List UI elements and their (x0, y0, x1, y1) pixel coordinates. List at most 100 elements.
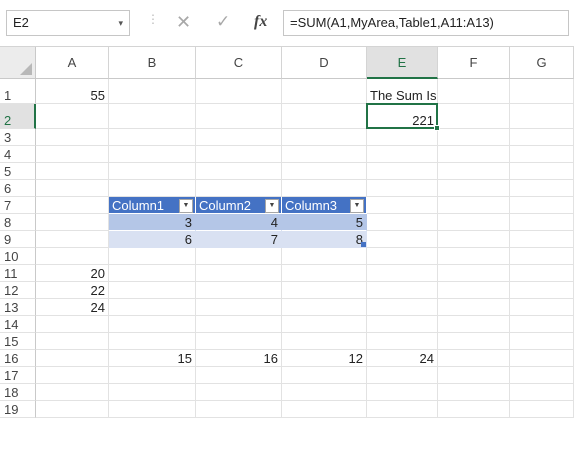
cell-b6[interactable] (109, 180, 196, 197)
cell-d9[interactable]: 8 (282, 231, 367, 248)
cell-f7[interactable] (438, 197, 510, 214)
cell-a19[interactable] (36, 401, 109, 418)
cell-a9[interactable] (36, 231, 109, 248)
cell-g1[interactable] (510, 79, 574, 104)
cell-d14[interactable] (282, 316, 367, 333)
cell-f12[interactable] (438, 282, 510, 299)
cell-e5[interactable] (367, 163, 438, 180)
cell-a5[interactable] (36, 163, 109, 180)
filter-dropdown-icon[interactable]: ▼ (179, 199, 193, 213)
row-header-6[interactable]: 6 (0, 180, 36, 197)
cell-a6[interactable] (36, 180, 109, 197)
cell-c13[interactable] (196, 299, 282, 316)
cell-b19[interactable] (109, 401, 196, 418)
cell-d16[interactable]: 12 (282, 350, 367, 367)
cell-d4[interactable] (282, 146, 367, 163)
column-header-g[interactable]: G (510, 47, 574, 79)
column-header-e[interactable]: E (367, 47, 438, 79)
column-header-a[interactable]: A (36, 47, 109, 79)
cell-c5[interactable] (196, 163, 282, 180)
cell-d13[interactable] (282, 299, 367, 316)
cell-a13[interactable]: 24 (36, 299, 109, 316)
cell-b7[interactable]: Column1 ▼ (109, 197, 196, 214)
cell-d18[interactable] (282, 384, 367, 401)
cell-g6[interactable] (510, 180, 574, 197)
row-header-7[interactable]: 7 (0, 197, 36, 214)
row-header-13[interactable]: 13 (0, 299, 36, 316)
row-header-1[interactable]: 1 (0, 79, 36, 104)
cell-e13[interactable] (367, 299, 438, 316)
row-header-9[interactable]: 9 (0, 231, 36, 248)
cell-e3[interactable] (367, 129, 438, 146)
cell-a11[interactable]: 20 (36, 265, 109, 282)
cell-d15[interactable] (282, 333, 367, 350)
row-header-10[interactable]: 10 (0, 248, 36, 265)
cell-a7[interactable] (36, 197, 109, 214)
cell-e19[interactable] (367, 401, 438, 418)
cell-f10[interactable] (438, 248, 510, 265)
cell-c15[interactable] (196, 333, 282, 350)
cell-c6[interactable] (196, 180, 282, 197)
cell-b3[interactable] (109, 129, 196, 146)
cell-e8[interactable] (367, 214, 438, 231)
cell-c16[interactable]: 16 (196, 350, 282, 367)
cell-f5[interactable] (438, 163, 510, 180)
enter-check-icon[interactable]: ✓ (216, 10, 230, 34)
cell-f15[interactable] (438, 333, 510, 350)
column-header-f[interactable]: F (438, 47, 510, 79)
cell-e18[interactable] (367, 384, 438, 401)
table-resize-handle-icon[interactable] (361, 242, 366, 247)
column-header-d[interactable]: D (282, 47, 367, 79)
cell-g12[interactable] (510, 282, 574, 299)
cell-c19[interactable] (196, 401, 282, 418)
name-box[interactable]: E2 ▾ (6, 10, 130, 36)
row-header-3[interactable]: 3 (0, 129, 36, 146)
cell-f8[interactable] (438, 214, 510, 231)
cell-e16[interactable]: 24 (367, 350, 438, 367)
cell-d6[interactable] (282, 180, 367, 197)
cell-e9[interactable] (367, 231, 438, 248)
cell-b8[interactable]: 3 (109, 214, 196, 231)
cell-d8[interactable]: 5 (282, 214, 367, 231)
cell-c12[interactable] (196, 282, 282, 299)
cell-g9[interactable] (510, 231, 574, 248)
row-header-5[interactable]: 5 (0, 163, 36, 180)
cell-d11[interactable] (282, 265, 367, 282)
cell-g7[interactable] (510, 197, 574, 214)
cell-e6[interactable] (367, 180, 438, 197)
cell-e7[interactable] (367, 197, 438, 214)
cell-c4[interactable] (196, 146, 282, 163)
cell-f13[interactable] (438, 299, 510, 316)
cell-g11[interactable] (510, 265, 574, 282)
cell-e11[interactable] (367, 265, 438, 282)
cell-g14[interactable] (510, 316, 574, 333)
cell-b12[interactable] (109, 282, 196, 299)
fill-handle[interactable] (434, 125, 440, 131)
insert-function-icon[interactable]: fx (254, 10, 267, 34)
cell-b1[interactable] (109, 79, 196, 104)
cell-f16[interactable] (438, 350, 510, 367)
cell-b2[interactable] (109, 104, 196, 129)
cell-f19[interactable] (438, 401, 510, 418)
cell-f4[interactable] (438, 146, 510, 163)
cell-b14[interactable] (109, 316, 196, 333)
cell-b4[interactable] (109, 146, 196, 163)
filter-dropdown-icon[interactable]: ▼ (350, 199, 364, 213)
cell-c18[interactable] (196, 384, 282, 401)
cell-e17[interactable] (367, 367, 438, 384)
cell-d17[interactable] (282, 367, 367, 384)
cell-b11[interactable] (109, 265, 196, 282)
cell-e14[interactable] (367, 316, 438, 333)
cell-f17[interactable] (438, 367, 510, 384)
cell-g10[interactable] (510, 248, 574, 265)
cell-b10[interactable] (109, 248, 196, 265)
cell-g16[interactable] (510, 350, 574, 367)
cell-a18[interactable] (36, 384, 109, 401)
cell-g19[interactable] (510, 401, 574, 418)
cell-b5[interactable] (109, 163, 196, 180)
cell-a14[interactable] (36, 316, 109, 333)
row-header-2[interactable]: 2 (0, 104, 36, 129)
cell-d10[interactable] (282, 248, 367, 265)
cell-g3[interactable] (510, 129, 574, 146)
cell-d3[interactable] (282, 129, 367, 146)
